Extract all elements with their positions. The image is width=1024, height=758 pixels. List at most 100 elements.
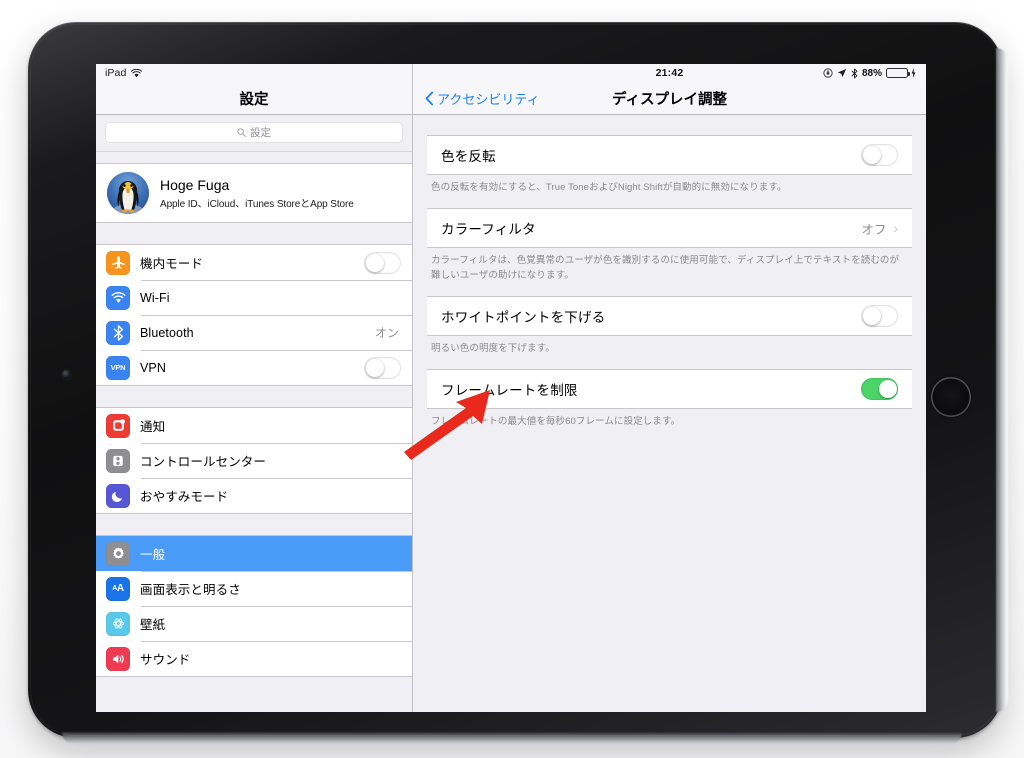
account-name: Hoge Fuga <box>160 176 230 193</box>
airplane-mode-toggle[interactable] <box>364 251 401 274</box>
sidebar-scroll-area[interactable]: Hoge Fuga Apple ID、iCloud、iTunes StoreとA… <box>96 152 412 712</box>
limit-frame-rate-footnote: フレームレートの最大値を毎秒60フレームに設定します。 <box>431 416 681 427</box>
reduce-white-point-card: ホワイトポイントを下げる <box>427 295 912 336</box>
spacer <box>96 223 412 244</box>
sidebar-item-general[interactable]: 一般 <box>96 536 412 571</box>
page-title: 設定 <box>239 91 269 108</box>
sidebar-item-wifi[interactable]: Wi-Fi <box>96 280 412 315</box>
reduce-white-point-label: ホワイトポイントを下げる <box>441 309 606 325</box>
sound-icon <box>106 646 130 671</box>
bluetooth-status-value: オン <box>374 326 399 340</box>
invert-colors-card: 色を反転 <box>427 135 912 175</box>
detail-status-bar: 21:42 88% <box>413 64 926 82</box>
charging-bolt-icon <box>911 68 916 78</box>
gear-icon <box>106 541 130 566</box>
color-filters-footnote: カラーフィルタは、色覚異常のユーザが色を識別するのに使用可能で、ディスプレイ上で… <box>431 255 900 281</box>
device-bottom-edge <box>62 732 962 744</box>
photo-backdrop: iPad 設定 設定 Hoge Fuga Apple ID、iCloud、iTu… <box>0 0 1024 758</box>
battery-percent: 88% <box>861 67 882 79</box>
limit-frame-rate-toggle[interactable] <box>861 378 898 400</box>
settings-sidebar: iPad 設定 設定 Hoge Fuga Apple ID、iCloud、iTu… <box>96 64 413 712</box>
sidebar-status-bar: iPad <box>96 64 412 82</box>
display-accommodations-pane: 21:42 88% アクセシビリティ ディスプレイ調整 色を反転 色の反転を有効… <box>413 64 926 712</box>
detail-nav-bar: アクセシビリティ ディスプレイ調整 <box>413 82 926 115</box>
sidebar-title-bar: 設定 <box>96 82 412 115</box>
color-filters-label: カラーフィルタ <box>441 222 536 238</box>
penguin-avatar <box>107 172 149 214</box>
sidebar-item-label: コントロールセンター <box>140 455 267 469</box>
search-input[interactable]: 設定 <box>105 122 403 143</box>
color-filters-value: オフ <box>861 222 887 237</box>
sidebar-item-label: サウンド <box>140 653 191 667</box>
spacer <box>96 514 412 535</box>
spacer <box>96 386 412 407</box>
limit-frame-rate-row[interactable]: フレームレートを制限 <box>427 370 912 408</box>
account-text: Hoge Fuga Apple ID、iCloud、iTunes StoreとA… <box>160 177 354 210</box>
invert-colors-row[interactable]: 色を反転 <box>427 136 912 174</box>
sidebar-group-notifications: 通知 コントロールセンター おやすみモード <box>96 407 412 514</box>
reduce-white-point-toggle[interactable] <box>861 304 898 327</box>
spacer <box>96 152 412 163</box>
device-right-edge <box>996 48 1008 712</box>
avatar-image <box>107 172 149 214</box>
chevron-right-icon: › <box>893 220 898 237</box>
search-icon <box>237 128 246 137</box>
sidebar-item-wallpaper[interactable]: 壁紙 <box>96 606 412 641</box>
sidebar-item-sounds[interactable]: サウンド <box>96 641 412 676</box>
sidebar-item-label: Bluetooth <box>140 325 194 340</box>
sidebar-item-do-not-disturb[interactable]: おやすみモード <box>96 478 412 513</box>
sidebar-item-notifications[interactable]: 通知 <box>96 408 412 443</box>
limit-frame-rate-card: フレームレートを制限 <box>427 369 912 409</box>
ipad-screen: iPad 設定 設定 Hoge Fuga Apple ID、iCloud、iTu… <box>96 64 926 712</box>
airplane-icon <box>106 250 130 275</box>
sidebar-item-label: 画面表示と明るさ <box>140 583 241 597</box>
control-center-icon <box>106 448 130 473</box>
rotation-lock-icon <box>823 68 833 78</box>
back-button[interactable]: アクセシビリティ <box>425 89 540 108</box>
chevron-left-icon <box>425 91 434 105</box>
invert-colors-toggle[interactable] <box>861 144 898 166</box>
sidebar-group-system: 一般 AA 画面表示と明るさ 壁紙 サウンド <box>96 535 412 677</box>
vpn-toggle[interactable] <box>364 356 401 379</box>
invert-colors-label: 色を反転 <box>441 149 496 164</box>
detail-content: 色を反転 色の反転を有効にすると、True ToneおよびNight Shift… <box>413 115 926 712</box>
notifications-icon <box>106 413 130 438</box>
vpn-icon: VPN <box>106 355 130 380</box>
sidebar-item-display-brightness[interactable]: AA 画面表示と明るさ <box>96 571 412 606</box>
status-indicators: 88% <box>823 68 916 79</box>
sidebar-group-connectivity: 機内モード Wi-Fi Bluetooth オン VPN VPN <box>96 244 412 386</box>
bluetooth-icon <box>106 320 130 345</box>
sidebar-item-label: VPN <box>140 360 167 375</box>
sidebar-item-vpn[interactable]: VPN VPN <box>96 350 412 385</box>
display-brightness-icon: AA <box>106 576 130 601</box>
color-filters-card: カラーフィルタ オフ › <box>427 208 912 249</box>
reduce-white-point-row[interactable]: ホワイトポイントを下げる <box>427 297 912 335</box>
wifi-icon <box>131 68 143 77</box>
sidebar-item-label: 壁紙 <box>140 618 166 632</box>
account-row[interactable]: Hoge Fuga Apple ID、iCloud、iTunes StoreとA… <box>96 164 412 222</box>
moon-icon <box>106 483 130 508</box>
sidebar-item-label: 一般 <box>140 548 166 562</box>
wifi-icon <box>106 285 130 310</box>
search-placeholder: 設定 <box>250 127 271 139</box>
limit-frame-rate-label: フレームレートを制限 <box>441 383 578 398</box>
bluetooth-icon <box>851 67 858 79</box>
account-subtitle: Apple ID、iCloud、iTunes StoreとApp Store <box>160 198 354 210</box>
reduce-white-point-footnote: 明るい色の明度を下げます。 <box>431 342 555 354</box>
sidebar-item-control-center[interactable]: コントロールセンター <box>96 443 412 478</box>
search-container: 設定 <box>96 115 412 152</box>
battery-charging-icon <box>886 68 910 78</box>
ipad-device: iPad 設定 設定 Hoge Fuga Apple ID、iCloud、iTu… <box>28 22 1008 744</box>
sidebar-item-label: 通知 <box>140 420 166 434</box>
sidebar-item-label: Wi-Fi <box>140 290 170 305</box>
sidebar-item-bluetooth[interactable]: Bluetooth オン <box>96 315 412 350</box>
sidebar-item-label: おやすみモード <box>140 490 229 504</box>
color-filters-row[interactable]: カラーフィルタ オフ › <box>427 209 912 247</box>
front-camera <box>62 370 71 379</box>
account-group: Hoge Fuga Apple ID、iCloud、iTunes StoreとA… <box>96 163 412 223</box>
device-label: iPad <box>105 67 127 79</box>
location-arrow-icon <box>837 68 847 78</box>
sidebar-item-airplane-mode[interactable]: 機内モード <box>96 245 412 280</box>
invert-colors-footnote: 色の反転を有効にすると、True ToneおよびNight Shiftが自動的に… <box>431 182 787 193</box>
home-button[interactable] <box>931 377 971 417</box>
